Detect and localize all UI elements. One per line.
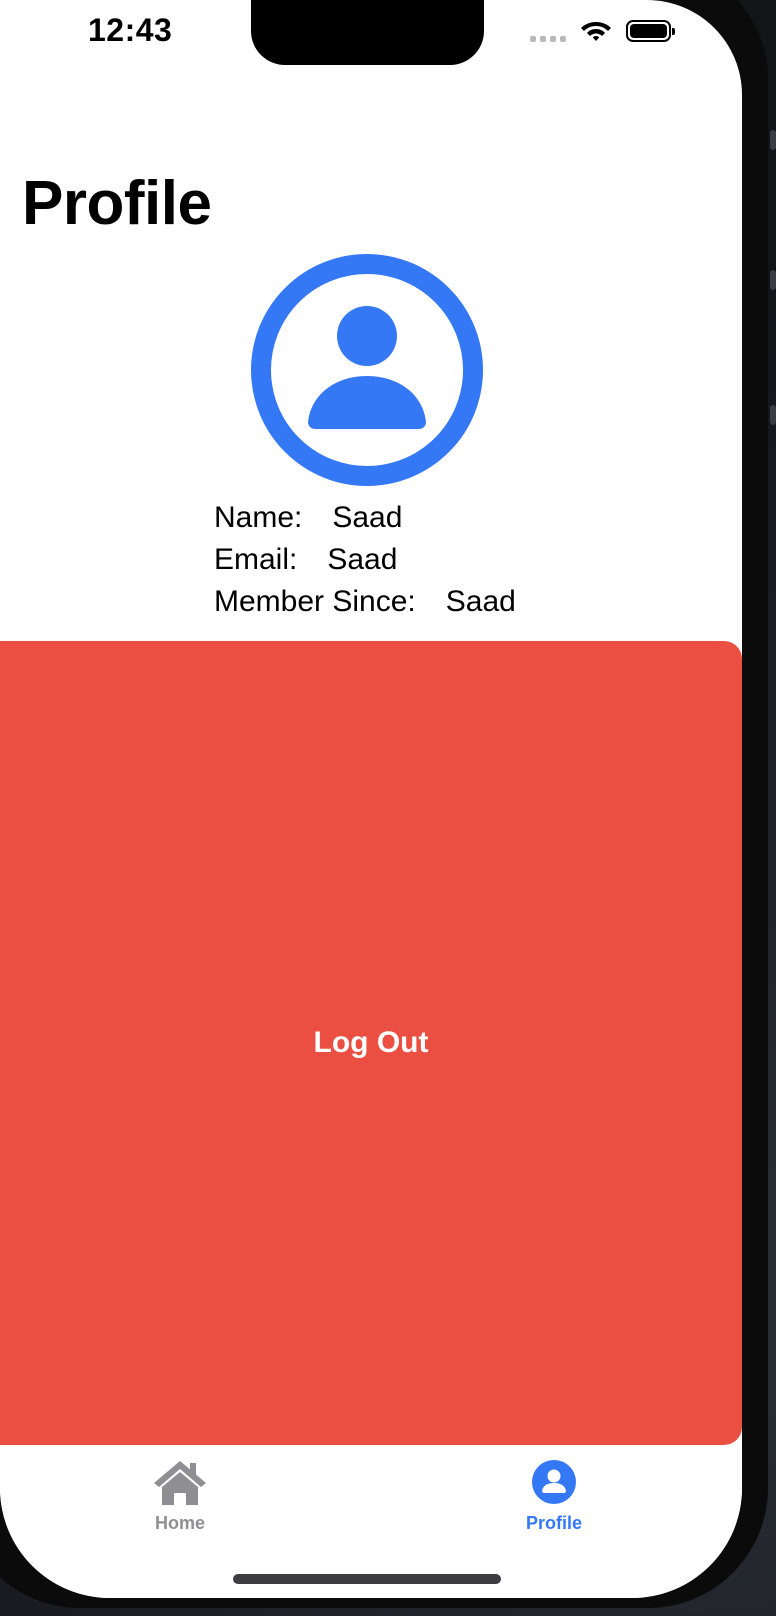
cellular-signal-icon (530, 36, 568, 42)
status-bar: 12:43 (0, 0, 742, 70)
tab-profile-label: Profile (525, 1513, 582, 1533)
tab-profile[interactable]: Profile (484, 1457, 624, 1537)
battery-icon (626, 20, 675, 42)
email-row: Email: Saad (214, 539, 516, 581)
tab-home[interactable]: Home (110, 1457, 250, 1537)
tab-home-label: Home (154, 1513, 205, 1533)
name-value: Saad (332, 501, 403, 534)
house-icon (154, 1461, 206, 1505)
side-button (770, 270, 776, 290)
person-circle-fill-icon (532, 1460, 576, 1504)
member-since-label: Member Since: (214, 585, 416, 618)
logout-label: Log Out (313, 1026, 429, 1059)
email-label: Email: (214, 543, 298, 576)
dynamic-island (251, 0, 484, 65)
home-indicator[interactable] (233, 1574, 501, 1584)
email-value: Saad (327, 543, 398, 576)
member-since-value: Saad (445, 585, 516, 618)
profile-info: Name: Saad Email: Saad Member Since: Saad (214, 497, 516, 623)
device-frame: 12:43 Profile Name: Saad Email: Saad Mem… (0, 0, 776, 1616)
phone-screen: 12:43 Profile Name: Saad Email: Saad Mem… (0, 0, 742, 1598)
name-label: Name: (214, 501, 303, 534)
status-time: 12:43 (88, 12, 173, 48)
person-circle-icon (251, 254, 483, 486)
page-title: Profile (22, 169, 212, 238)
wifi-icon (581, 22, 611, 41)
name-row: Name: Saad (214, 497, 516, 539)
side-button (770, 405, 776, 425)
member-since-row: Member Since: Saad (214, 581, 516, 623)
logout-button[interactable]: Log Out (0, 641, 742, 1445)
side-button (770, 130, 776, 150)
